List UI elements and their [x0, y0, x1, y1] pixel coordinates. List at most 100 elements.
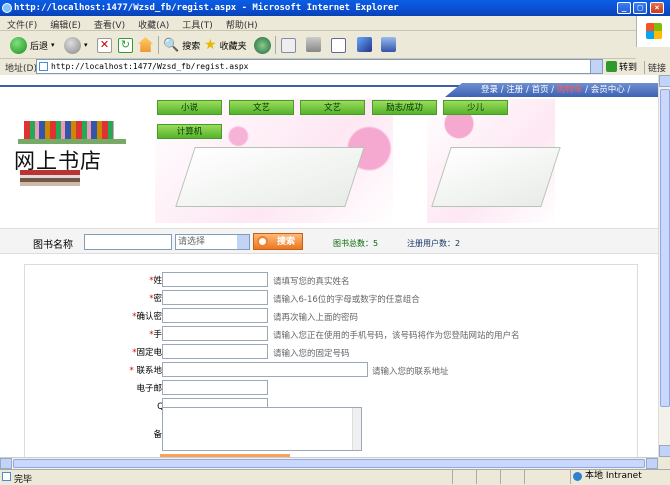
minimize-button[interactable]: _: [617, 2, 631, 14]
menu-edit[interactable]: 编辑(E): [43, 16, 87, 31]
menu-tools[interactable]: 工具(T): [175, 16, 219, 31]
form-row-mobile: *手机： 请输入您正在使用的手机号码，该号码将作为您登陆网站的用户名: [25, 325, 639, 342]
nav-cart[interactable]: 购物车: [557, 85, 583, 95]
menu-favorites[interactable]: 收藏(A): [131, 16, 175, 31]
toolbar: 后退 ▾ ▾ ✕ ↻ 🔍 搜索 ★ 收藏夹: [0, 31, 636, 59]
print-icon[interactable]: [306, 37, 321, 52]
research-icon[interactable]: [381, 37, 396, 52]
window-title: http://localhost:1477/Wzsd_fb/regist.asp…: [14, 3, 399, 13]
email-input[interactable]: [162, 380, 268, 395]
book-name-label: 图书名称: [33, 240, 73, 251]
form-row-name: *姓名： 请填写您的真实姓名: [25, 271, 639, 288]
category-novel[interactable]: 小说: [157, 100, 222, 115]
go-arrow-icon: [606, 61, 617, 72]
banner-image-left: [155, 99, 393, 223]
search-toolbar-button[interactable]: 🔍 搜索: [163, 35, 200, 55]
register-form: *姓名： 请填写您的真实姓名 *密码： 请输入6-16位的字母或数字的任意组合 …: [24, 264, 638, 457]
links-button[interactable]: 链接: [644, 61, 666, 74]
home-icon[interactable]: [138, 37, 153, 52]
vertical-scrollbar[interactable]: [658, 75, 670, 457]
book-name-input[interactable]: [84, 234, 172, 250]
book-shelf-image: [18, 139, 126, 144]
name-hint: 请填写您的真实姓名: [273, 277, 350, 287]
messenger-icon[interactable]: [357, 37, 372, 52]
banner-image-right: [427, 99, 561, 223]
horizontal-scrollbar[interactable]: [0, 457, 658, 469]
confirm-password-hint: 请再次输入上面的密码: [273, 313, 359, 323]
address-dropdown[interactable]: [590, 60, 602, 73]
scroll-up-button[interactable]: [659, 75, 670, 87]
menu-bar: 文件(F) 编辑(E) 查看(V) 收藏(A) 工具(T) 帮助(H): [0, 16, 670, 31]
mail-icon[interactable]: [281, 38, 296, 53]
book-stack-image: [24, 121, 114, 139]
category-arts[interactable]: 文艺: [229, 100, 294, 115]
form-row-password: *密码： 请输入6-16位的字母或数字的任意组合: [25, 289, 639, 306]
search-button[interactable]: 搜索: [253, 233, 303, 250]
menu-help[interactable]: 帮助(H): [219, 16, 264, 31]
category-select[interactable]: 请选择: [175, 234, 250, 250]
search-toolbar-label: 搜索: [182, 41, 201, 52]
nav-home[interactable]: 首页: [532, 85, 549, 95]
status-divider: [476, 470, 477, 484]
menu-file[interactable]: 文件(F): [0, 16, 43, 31]
page-icon: [39, 62, 48, 71]
password-input[interactable]: [162, 290, 268, 305]
status-divider: [500, 470, 501, 484]
go-button[interactable]: 转到: [606, 60, 637, 73]
address-bar: 地址(D) http://localhost:1477/Wzsd_fb/regi…: [0, 59, 670, 74]
name-input[interactable]: [162, 272, 268, 287]
address-input[interactable]: http://localhost:1477/Wzsd_fb/regist.asp…: [36, 59, 603, 74]
back-label: 后退: [30, 41, 49, 52]
page-viewport: 登录 / 注册 / 首页 / 购物车 / 会员中心 / 网上书店 小说 文艺 文…: [0, 75, 658, 457]
windows-flag-icon: [646, 23, 662, 39]
zone-text: 本地 Intranet: [585, 471, 642, 481]
stop-icon[interactable]: ✕: [97, 38, 112, 53]
form-row-confirm-password: *确认密码： 请再次输入上面的密码: [25, 307, 639, 324]
required-mark: *: [129, 366, 134, 376]
nav-member-center[interactable]: 会员中心: [591, 85, 625, 95]
scroll-thumb[interactable]: [660, 89, 670, 407]
chevron-down-icon: ▾: [51, 41, 55, 49]
menu-view[interactable]: 查看(V): [87, 16, 131, 31]
chevron-down-icon: [237, 235, 249, 249]
history-icon[interactable]: [254, 37, 271, 54]
scroll-right-button[interactable]: [646, 458, 658, 469]
category-computer[interactable]: 计算机: [157, 124, 222, 139]
close-button[interactable]: ×: [650, 2, 664, 14]
category-children[interactable]: 少儿: [443, 100, 508, 115]
toolbar-separator: [158, 36, 159, 54]
confirm-password-input[interactable]: [162, 308, 268, 323]
hscroll-thumb[interactable]: [13, 459, 645, 468]
book-total: 图书总数：5: [333, 239, 379, 248]
form-row-phone: *固定电话： 请输入您的固定号码: [25, 343, 639, 360]
go-label: 转到: [619, 63, 638, 73]
page-icon: [2, 472, 11, 481]
scroll-down-button[interactable]: [659, 445, 670, 457]
favorites-button[interactable]: ★ 收藏夹: [204, 35, 247, 55]
scroll-corner: [658, 457, 670, 469]
edit-icon[interactable]: [331, 38, 346, 53]
magnifier-icon: 🔍: [163, 37, 180, 53]
status-text: 完毕: [14, 475, 33, 485]
scroll-left-button[interactable]: [0, 458, 12, 469]
category-arts-2[interactable]: 文艺: [300, 100, 365, 115]
nav-login[interactable]: 登录: [481, 85, 498, 95]
user-total: 注册用户数：2: [407, 239, 461, 248]
refresh-icon[interactable]: ↻: [118, 38, 133, 53]
book-pile-image: [20, 170, 80, 186]
remark-textarea[interactable]: [162, 407, 362, 451]
phone-input[interactable]: [162, 344, 268, 359]
textarea-scrollbar[interactable]: [352, 408, 361, 450]
top-nav: 登录 / 注册 / 首页 / 购物车 / 会员中心 /: [445, 83, 658, 97]
phone-hint: 请输入您的固定号码: [273, 349, 350, 359]
book-search-bar: 图书名称 请选择 搜索 图书总数：5 注册用户数：2: [0, 228, 658, 254]
mobile-input[interactable]: [162, 326, 268, 341]
magnifier-icon: [257, 236, 268, 247]
maximize-button[interactable]: □: [633, 2, 647, 14]
nav-register[interactable]: 注册: [506, 85, 523, 95]
status-divider: [452, 470, 453, 484]
forward-button[interactable]: ▾: [64, 35, 88, 55]
back-button[interactable]: 后退 ▾: [10, 35, 55, 55]
category-inspiration[interactable]: 励志/成功: [372, 100, 437, 115]
address-field-input[interactable]: [162, 362, 368, 377]
